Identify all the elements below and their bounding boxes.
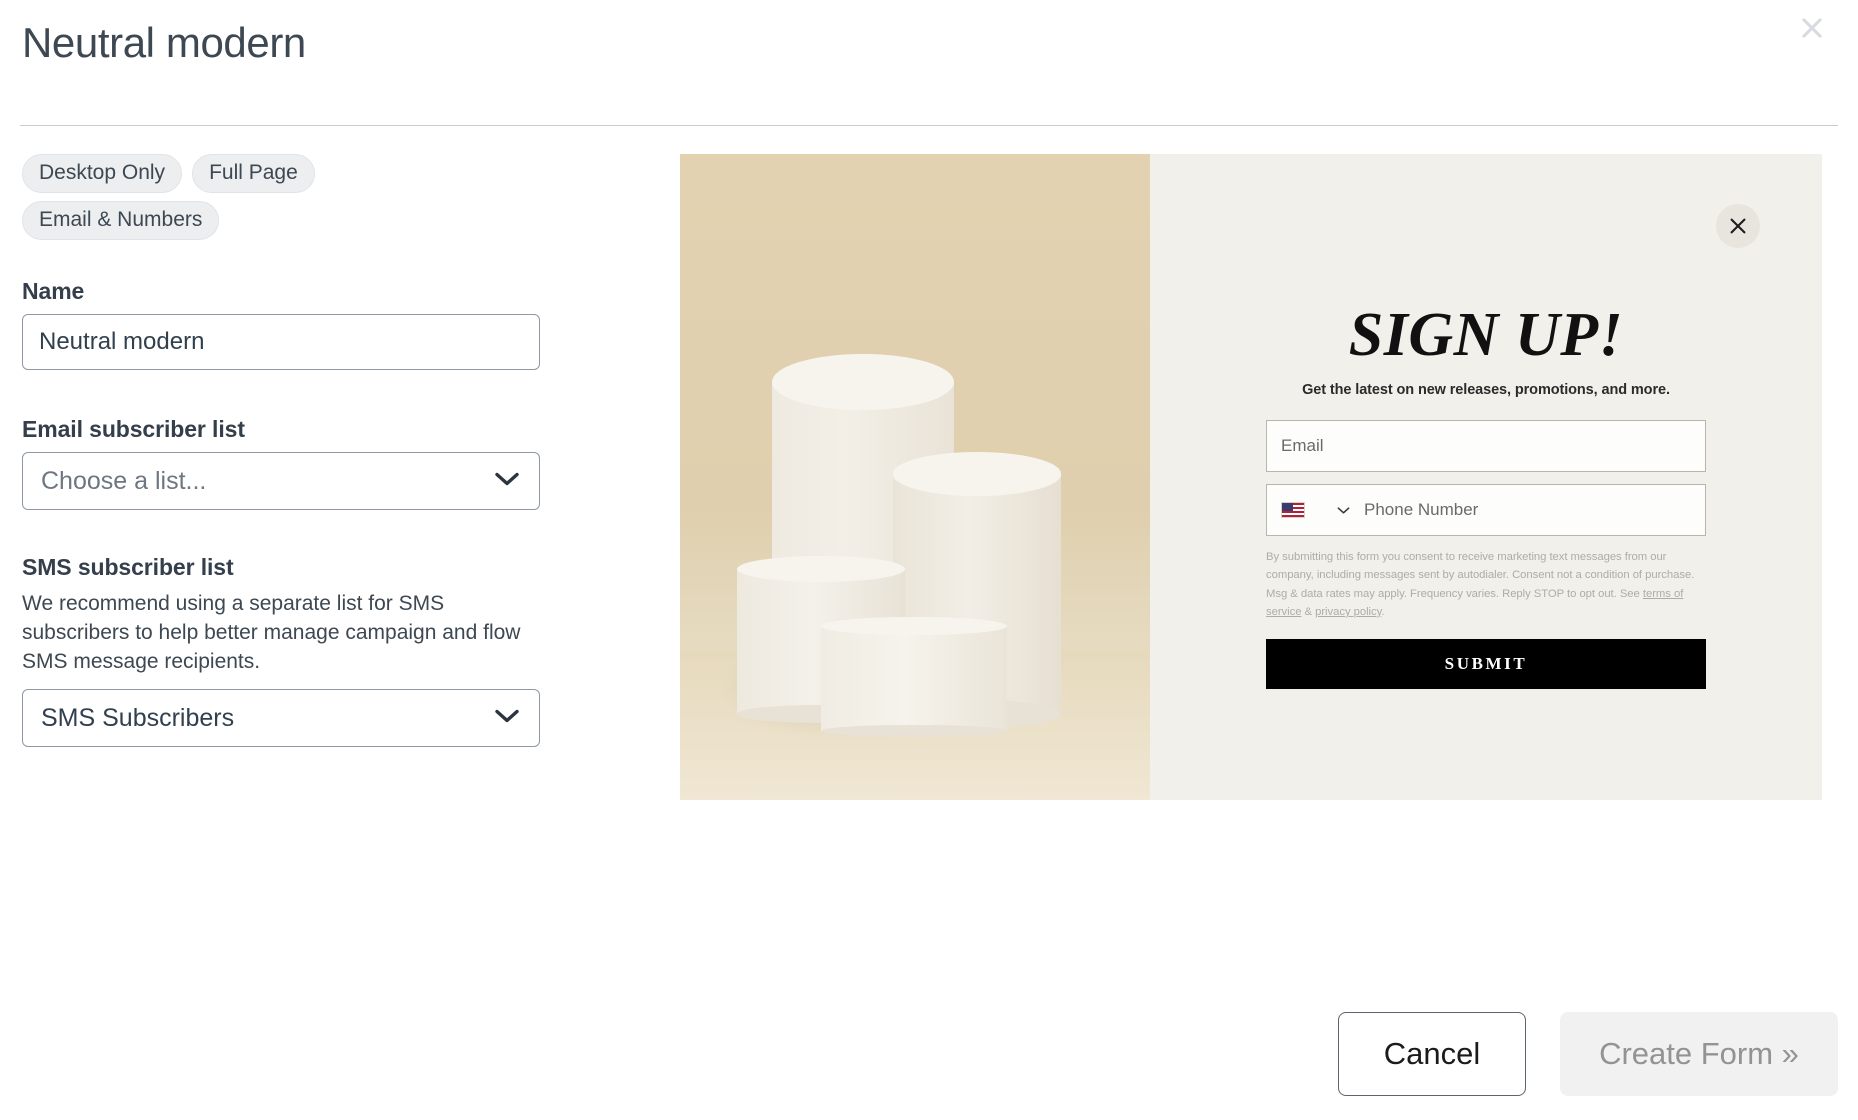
sms-subscriber-list-select[interactable]: SMS Subscribers [22, 689, 540, 748]
consent-separator: & [1301, 605, 1316, 618]
close-icon[interactable] [1790, 6, 1834, 50]
email-subscriber-list-select[interactable]: Choose a list... [22, 452, 540, 511]
privacy-policy-link[interactable]: privacy policy [1315, 606, 1381, 618]
preview-signup-content: SIGN UP! Get the latest on new releases,… [1266, 301, 1706, 690]
name-input[interactable] [22, 314, 540, 371]
preview-email-input[interactable]: Email [1266, 420, 1706, 472]
preview-phone-placeholder: Phone Number [1364, 500, 1479, 519]
page-title: Neutral modern [22, 19, 306, 66]
tag-email-and-numbers: Email & Numbers [22, 201, 220, 241]
preview-product-image [680, 154, 1150, 800]
sms-list-field-group: SMS subscriber list We recommend using a… [22, 554, 680, 748]
name-label: Name [22, 278, 85, 305]
preview-submit-button[interactable]: SUBMIT [1266, 639, 1706, 690]
form-preview: SIGN UP! Get the latest on new releases,… [680, 154, 1822, 800]
preview-phone-input[interactable]: Phone Number [1266, 484, 1706, 536]
name-field-group: Name [22, 278, 680, 371]
create-form-modal: Neutral modern Desktop Only Full Page Em… [0, 0, 1858, 1120]
sms-subscriber-list-label: SMS subscriber list [22, 554, 234, 581]
preview-signup-panel: SIGN UP! Get the latest on new releases,… [1150, 154, 1822, 800]
consent-body: By submitting this form you consent to r… [1266, 551, 1695, 600]
chevron-down-icon [1337, 506, 1350, 515]
email-subscriber-list-value: Choose a list... [41, 466, 207, 495]
preview-consent-text: By submitting this form you consent to r… [1266, 548, 1706, 621]
sms-subscriber-list-value: SMS Subscribers [41, 703, 235, 732]
tag-full-page: Full Page [192, 154, 315, 194]
header-divider [20, 125, 1838, 126]
cancel-button[interactable]: Cancel [1338, 1012, 1526, 1096]
preview-close-icon[interactable] [1716, 204, 1760, 248]
modal-body: Desktop Only Full Page Email & Numbers N… [0, 126, 1858, 800]
podium-cylinder-short-front [821, 616, 1007, 738]
us-flag-icon [1281, 502, 1305, 518]
sms-subscriber-list-help: We recommend using a separate list for S… [22, 592, 521, 674]
tag-desktop-only: Desktop Only [22, 154, 183, 194]
email-subscriber-list-label: Email subscriber list [22, 416, 245, 443]
modal-header: Neutral modern [0, 0, 1858, 126]
preview-subheading: Get the latest on new releases, promotio… [1302, 382, 1670, 398]
preview-heading: SIGN UP! [1348, 301, 1624, 369]
preview-email-placeholder: Email [1281, 436, 1324, 455]
consent-period: . [1381, 605, 1385, 618]
form-settings-column: Desktop Only Full Page Email & Numbers N… [20, 154, 680, 800]
email-list-field-group: Email subscriber list Choose a list... [22, 416, 680, 511]
create-form-button[interactable]: Create Form » [1560, 1012, 1838, 1096]
template-tag-list: Desktop Only Full Page Email & Numbers [22, 154, 442, 241]
modal-footer: Cancel Create Form » [1338, 1012, 1838, 1096]
